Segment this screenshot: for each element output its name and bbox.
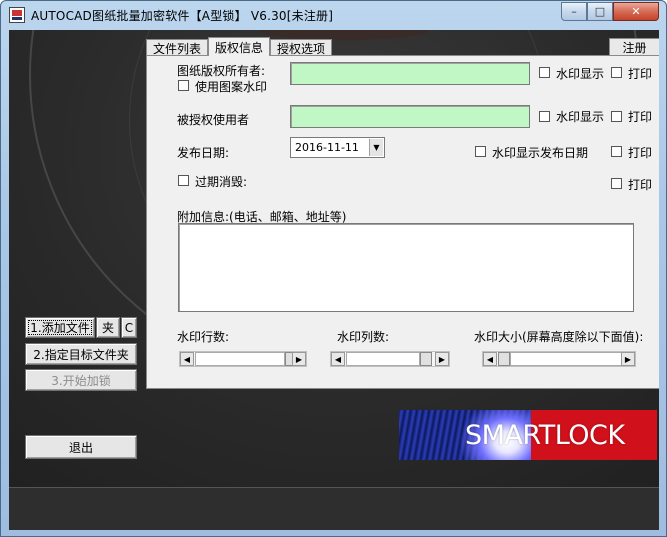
print-licensee-label: 打印	[628, 110, 653, 124]
tab-file-list[interactable]: 文件列表	[146, 39, 209, 56]
start-lock-button[interactable]: 3.开始加锁	[25, 369, 137, 391]
tab-authorization-options[interactable]: 授权选项	[270, 39, 333, 56]
tab-copyright-info[interactable]: 版权信息	[208, 37, 271, 56]
watermark-cols-slider[interactable]: ◀ ▶	[330, 351, 450, 367]
expire-destroy-checkbox[interactable]	[178, 175, 189, 186]
window-title: AUTOCAD图纸批量加密软件【A型锁】 V6.30[未注册]	[31, 9, 334, 23]
logo-text: SMARTLOCK	[465, 420, 625, 451]
register-tab[interactable]: 注册	[609, 38, 659, 55]
print-licensee-checkbox[interactable]	[611, 111, 622, 122]
watermark-show-licensee-checkbox[interactable]	[539, 111, 550, 122]
slider-right-arrow-icon[interactable]: ▶	[621, 352, 635, 366]
add-folder-button[interactable]: 夹	[96, 317, 120, 338]
maximize-button[interactable]: □	[587, 2, 613, 21]
watermark-show-licensee-label: 水印显示	[556, 110, 605, 124]
close-button[interactable]: ✕	[613, 2, 659, 21]
print-expire-checkbox[interactable]	[611, 178, 622, 189]
watermark-cols-label: 水印列数:	[337, 330, 390, 344]
print-owner-label: 打印	[628, 67, 653, 81]
status-bar	[9, 487, 659, 530]
slider-track[interactable]	[510, 352, 622, 366]
watermark-size-label: 水印大小(屏幕高度除以下面值):	[474, 330, 644, 344]
watermark-rows-label: 水印行数:	[177, 330, 230, 344]
owner-input[interactable]	[290, 62, 530, 85]
watermark-show-owner-checkbox[interactable]	[539, 67, 550, 78]
client-area: 文件列表 版权信息 授权选项 注册 图纸版权所有者: 使用图案水印 水印显示 打…	[9, 30, 659, 530]
use-pattern-watermark-checkbox[interactable]	[178, 80, 189, 91]
print-owner-checkbox[interactable]	[611, 67, 622, 78]
slider-track[interactable]	[195, 352, 285, 366]
set-target-folder-button[interactable]: 2.指定目标文件夹	[25, 343, 137, 365]
tab-strip: 文件列表 版权信息 授权选项	[146, 37, 659, 56]
minimize-button[interactable]: –	[561, 2, 587, 21]
slider-thumb[interactable]	[498, 352, 510, 366]
slider-track[interactable]	[346, 352, 420, 366]
use-pattern-watermark-label: 使用图案水印	[195, 80, 268, 94]
slider-thumb[interactable]	[420, 352, 432, 366]
print-date-checkbox[interactable]	[611, 146, 622, 157]
licensee-label: 被授权使用者	[177, 113, 250, 127]
publish-date-value: 2016-11-11	[295, 141, 359, 154]
watermark-show-owner-label: 水印显示	[556, 67, 605, 81]
print-date-label: 打印	[628, 146, 653, 160]
watermark-show-date-label: 水印显示发布日期	[492, 146, 589, 160]
app-window: AUTOCAD图纸批量加密软件【A型锁】 V6.30[未注册] – □ ✕ 文件…	[0, 0, 667, 537]
chevron-down-icon[interactable]: ▼	[369, 139, 383, 156]
slider-left-arrow-icon[interactable]: ◀	[331, 352, 345, 366]
slider-left-arrow-icon[interactable]: ◀	[180, 352, 194, 366]
slider-right-arrow-icon[interactable]: ▶	[435, 352, 449, 366]
licensee-input[interactable]	[290, 105, 530, 128]
watermark-rows-slider[interactable]: ◀ ▶	[179, 351, 307, 367]
print-expire-label: 打印	[628, 178, 653, 192]
clear-button[interactable]: C	[121, 317, 137, 338]
watermark-size-slider[interactable]: ◀ ▶	[482, 351, 636, 367]
exit-button[interactable]: 退出	[25, 435, 137, 459]
publish-date-label: 发布日期:	[177, 146, 230, 160]
smartlock-logo: SMARTLOCK	[399, 410, 657, 460]
slider-right-arrow-icon[interactable]: ▶	[292, 352, 306, 366]
slider-left-arrow-icon[interactable]: ◀	[483, 352, 497, 366]
extra-info-textarea[interactable]	[178, 223, 634, 312]
watermark-show-date-checkbox[interactable]	[475, 146, 486, 157]
title-bar[interactable]: AUTOCAD图纸批量加密软件【A型锁】 V6.30[未注册] – □ ✕	[1, 1, 666, 29]
expire-destroy-label: 过期消毁:	[195, 175, 248, 189]
add-file-button[interactable]: 1.添加文件	[25, 317, 95, 338]
app-icon[interactable]	[9, 7, 25, 23]
copyright-panel: 图纸版权所有者: 使用图案水印 水印显示 打印 被授权使用者 水印显示 打印 发…	[146, 55, 659, 389]
owner-label: 图纸版权所有者:	[177, 64, 266, 78]
publish-date-picker[interactable]: 2016-11-11 ▼	[290, 137, 385, 158]
